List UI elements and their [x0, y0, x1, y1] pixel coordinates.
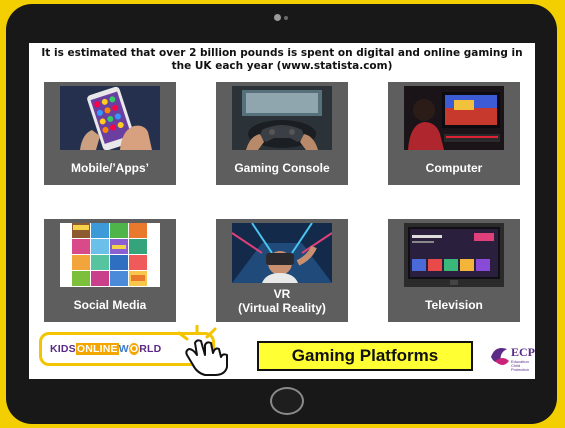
slide-header: It is estimated that over 2 billion poun… [41, 47, 523, 72]
ecp-name: ECP [511, 345, 535, 359]
tile-mobile-apps[interactable]: Mobile/’Apps’ [44, 82, 176, 185]
pointing-hand-icon [175, 323, 235, 377]
logo-kids: KIDS [50, 343, 76, 355]
logo-o: O [128, 343, 140, 355]
tile-computer[interactable]: Computer [388, 82, 520, 185]
ecp-logo: ECP Education Child Protection [489, 341, 535, 372]
slide-screen: It is estimated that over 2 billion poun… [29, 43, 535, 379]
tablet-frame: It is estimated that over 2 billion poun… [6, 4, 557, 424]
logo-rld: RLD [139, 343, 162, 355]
home-button[interactable] [270, 387, 304, 415]
tile-social-media[interactable]: Social Media [44, 219, 176, 322]
computer-image [404, 86, 504, 150]
ecp-subtitle: Education Child Protection [511, 359, 530, 372]
logo-w: W [118, 343, 129, 355]
logo-online: ONLINE [75, 343, 119, 355]
tile-vr[interactable]: VR (Virtual Reality) [216, 219, 348, 322]
gaming-console-image [232, 86, 332, 150]
television-image [404, 223, 504, 287]
camera-icon [274, 14, 290, 22]
tile-label: Gaming Console [234, 161, 330, 175]
mobile-phone-image [60, 86, 160, 150]
tile-label: Mobile/’Apps’ [71, 161, 149, 175]
tile-label: Computer [425, 161, 483, 175]
tile-label: Television [425, 298, 483, 312]
tile-label: VR (Virtual Reality) [238, 287, 326, 315]
social-media-games-image [60, 223, 160, 287]
tile-label: Social Media [73, 298, 147, 312]
vr-headset-image [232, 223, 332, 283]
tile-gaming-console[interactable]: Gaming Console [216, 82, 348, 185]
caption-box: Gaming Platforms [257, 341, 473, 371]
tile-television[interactable]: Television [388, 219, 520, 322]
